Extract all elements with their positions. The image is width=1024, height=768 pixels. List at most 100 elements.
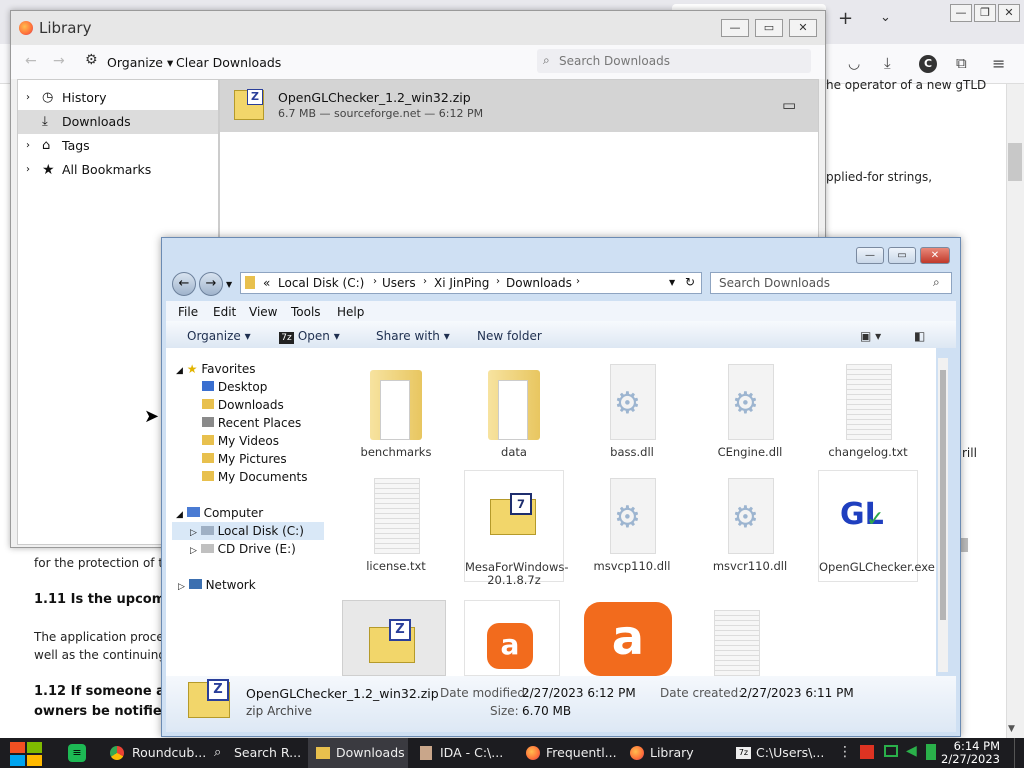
- computer-node[interactable]: ◢ Computer: [176, 504, 263, 522]
- address-dropdown-icon[interactable]: ▼: [669, 278, 675, 287]
- expand-chevron-icon[interactable]: ▷: [178, 582, 185, 592]
- browser-close-button[interactable]: ✕: [998, 4, 1020, 22]
- file-item[interactable]: benchmarks: [346, 356, 446, 468]
- breadcrumb-separator-icon[interactable]: ›: [423, 276, 427, 287]
- collapse-chevron-icon[interactable]: ◢: [176, 510, 183, 520]
- preview-pane-icon[interactable]: ◧: [914, 328, 925, 344]
- more-vertical-icon[interactable]: ⋮: [838, 744, 852, 760]
- file-item[interactable]: license.txt: [346, 470, 446, 582]
- menu-help[interactable]: Help: [337, 304, 364, 320]
- spotify-icon[interactable]: ≡: [68, 744, 86, 762]
- breadcrumb-downloads[interactable]: Downloads: [506, 276, 572, 290]
- collapse-chevron-icon[interactable]: ◢: [176, 366, 183, 376]
- file-item[interactable]: changelog.txt: [818, 356, 918, 468]
- file-item[interactable]: a: [464, 600, 560, 676]
- library-close-button[interactable]: ✕: [789, 19, 817, 37]
- file-item-selected[interactable]: Z: [342, 600, 446, 676]
- expand-chevron-icon[interactable]: ›: [26, 86, 30, 110]
- tree-item-bookmarks[interactable]: › ★ All Bookmarks: [18, 158, 218, 182]
- favorites-node[interactable]: ◢ ★ Favorites: [176, 360, 256, 378]
- nav-item-videos[interactable]: My Videos: [202, 432, 279, 450]
- page-scrollbar-thumb[interactable]: [1008, 143, 1022, 181]
- taskbar-item-firefox-frequently[interactable]: Frequentl...: [518, 738, 618, 768]
- back-arrow-icon[interactable]: ←: [25, 53, 37, 69]
- explorer-search-input[interactable]: Search Downloads ⌕: [710, 272, 952, 294]
- text-file-icon[interactable]: [714, 610, 760, 676]
- nav-item-cd-drive[interactable]: ▷ CD Drive (E:): [190, 540, 296, 558]
- tab-list-chevron-icon[interactable]: ⌄: [880, 10, 891, 25]
- pocket-icon[interactable]: ◡: [848, 56, 860, 72]
- tree-item-downloads[interactable]: ⤓ Downloads: [18, 110, 218, 134]
- menu-hamburger-icon[interactable]: ≡: [992, 54, 1005, 73]
- network-node[interactable]: ▷ Network: [178, 576, 256, 594]
- scrollbar-thumb[interactable]: [940, 370, 946, 620]
- taskbar-item-7zip[interactable]: 7z C:\Users\...: [728, 738, 828, 768]
- nav-item-pictures[interactable]: My Pictures: [202, 450, 287, 468]
- start-button[interactable]: [10, 742, 42, 766]
- explorer-maximize-button[interactable]: ▭: [888, 247, 916, 264]
- breadcrumb-separator-icon[interactable]: ›: [576, 276, 580, 287]
- file-item[interactable]: a: [582, 600, 676, 676]
- taskbar-item-roundcube[interactable]: Roundcub...: [104, 738, 206, 768]
- file-item[interactable]: GL ✓ OpenGLChecker.exe: [818, 470, 935, 582]
- organize-button[interactable]: Organize ▾: [187, 328, 251, 344]
- menu-tools[interactable]: Tools: [291, 304, 321, 320]
- forward-arrow-icon[interactable]: →: [53, 53, 65, 69]
- view-options-icon[interactable]: ▣ ▾: [860, 328, 881, 344]
- forward-arrow-icon[interactable]: →: [199, 272, 223, 296]
- clear-downloads-button[interactable]: Clear Downloads: [176, 55, 281, 70]
- file-item[interactable]: 7 MesaForWindows-20.1.8.7z: [464, 470, 569, 587]
- file-item[interactable]: data: [464, 356, 564, 468]
- breadcrumb-users[interactable]: Users: [382, 276, 416, 290]
- refresh-icon[interactable]: ↻: [685, 275, 695, 289]
- network-tray-icon[interactable]: [884, 745, 898, 757]
- library-minimize-button[interactable]: —: [721, 19, 749, 37]
- taskbar-item-search[interactable]: ⌕ Search R...: [206, 738, 306, 768]
- library-search-input[interactable]: ⌕ Search Downloads: [537, 49, 811, 73]
- share-with-button[interactable]: Share with ▾: [376, 328, 450, 344]
- new-folder-button[interactable]: New folder: [477, 328, 542, 344]
- open-folder-icon[interactable]: ▭: [782, 96, 796, 114]
- explorer-close-button[interactable]: ✕: [920, 247, 950, 264]
- file-item[interactable]: ⚙ msvcp110.dll: [582, 470, 682, 582]
- breadcrumb-separator-icon[interactable]: ›: [373, 276, 377, 287]
- taskbar-item-downloads[interactable]: Downloads: [308, 738, 408, 768]
- file-item[interactable]: ⚙ bass.dll: [582, 356, 682, 468]
- back-arrow-icon[interactable]: ←: [172, 272, 196, 296]
- breadcrumb-overflow[interactable]: «: [263, 276, 270, 290]
- menu-edit[interactable]: Edit: [213, 304, 236, 320]
- speaker-icon[interactable]: ◀: [906, 743, 917, 759]
- nav-item-downloads[interactable]: Downloads: [202, 396, 284, 414]
- file-list-scrollbar[interactable]: [938, 358, 948, 672]
- clock[interactable]: 6:14 PM 2/27/2023: [938, 740, 1000, 766]
- show-desktop-button[interactable]: [1014, 738, 1024, 768]
- flag-icon[interactable]: [860, 745, 874, 759]
- expand-chevron-icon[interactable]: ▷: [190, 546, 197, 556]
- recent-locations-chevron-icon[interactable]: ▼: [226, 280, 232, 289]
- open-button[interactable]: 7z Open ▾: [279, 328, 340, 344]
- taskbar-item-ida[interactable]: IDA - C:\...: [412, 738, 512, 768]
- menu-file[interactable]: File: [178, 304, 198, 320]
- menu-view[interactable]: View: [249, 304, 277, 320]
- tree-item-tags[interactable]: › ⌂ Tags: [18, 134, 218, 158]
- browser-maximize-button[interactable]: ❐: [974, 4, 996, 22]
- explorer-minimize-button[interactable]: —: [856, 247, 884, 264]
- download-item[interactable]: Z OpenGLChecker_1.2_win32.zip 6.7 MB — s…: [220, 80, 818, 132]
- tree-item-history[interactable]: › ◷ History: [18, 86, 218, 110]
- nav-item-local-disk[interactable]: ▷ Local Disk (C:): [172, 522, 328, 540]
- new-tab-icon[interactable]: +: [838, 8, 853, 29]
- expand-chevron-icon[interactable]: ›: [26, 134, 30, 158]
- organize-button[interactable]: Organize ▾: [107, 55, 173, 70]
- breadcrumb-user[interactable]: Xi JinPing: [434, 276, 489, 290]
- battery-icon[interactable]: [926, 744, 936, 760]
- extensions-icon[interactable]: ⧉: [956, 54, 967, 72]
- expand-chevron-icon[interactable]: ▷: [190, 528, 197, 538]
- page-scrollbar[interactable]: [1006, 84, 1024, 738]
- address-bar[interactable]: « Local Disk (C:) › Users › Xi JinPing ›…: [240, 272, 702, 294]
- browser-minimize-button[interactable]: —: [950, 4, 972, 22]
- breadcrumb-local-disk[interactable]: Local Disk (C:): [278, 276, 364, 290]
- nav-item-documents[interactable]: My Documents: [202, 468, 308, 486]
- file-item[interactable]: ⚙ CEngine.dll: [700, 356, 800, 468]
- taskbar-item-library[interactable]: Library: [622, 738, 722, 768]
- library-maximize-button[interactable]: ▭: [755, 19, 783, 37]
